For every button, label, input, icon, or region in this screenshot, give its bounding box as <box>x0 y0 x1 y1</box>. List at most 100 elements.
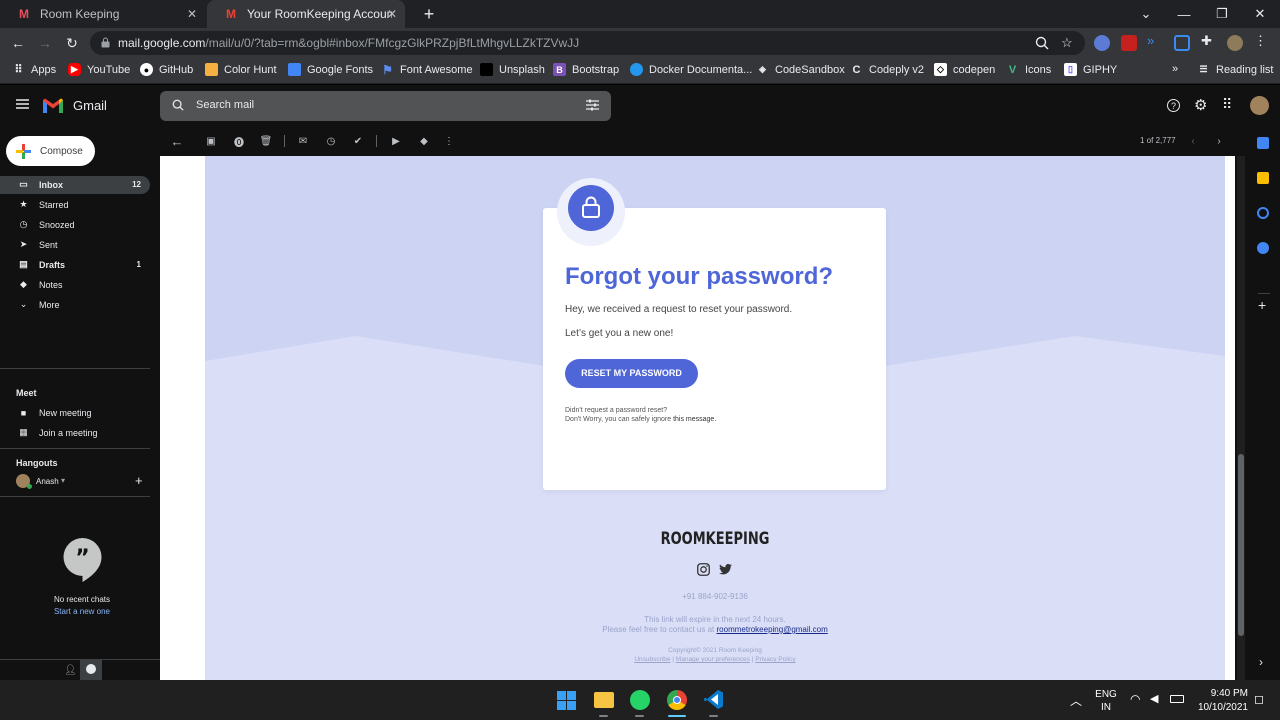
forward-icon[interactable]: → <box>35 33 55 53</box>
bookmark-youtube[interactable]: ▶ YouTube <box>68 63 130 76</box>
google-apps-icon[interactable]: ⠿ <box>1222 96 1232 113</box>
more-options-icon[interactable]: ⋮ <box>442 134 456 148</box>
twitter-icon[interactable] <box>719 564 732 575</box>
sidebar-item-sent[interactable]: ➤ Sent <box>0 236 150 254</box>
label-as-icon[interactable]: ◆ <box>417 134 431 148</box>
get-addons-icon[interactable]: + <box>1258 297 1266 313</box>
settings-gear-icon[interactable]: ⚙ <box>1194 96 1207 114</box>
tab-room-keeping[interactable]: M Room Keeping ✕ <box>0 0 205 28</box>
hangouts-user-name[interactable]: Anash <box>36 477 59 486</box>
report-spam-icon[interactable]: ⓿ <box>232 134 246 149</box>
whatsapp-icon[interactable] <box>630 690 650 710</box>
privacy-policy-link[interactable]: Privacy Policy <box>755 656 795 663</box>
gmail-logo-icon[interactable] <box>42 97 64 114</box>
bookmark-codesandbox[interactable]: ◈ CodeSandbox <box>756 63 845 76</box>
delete-icon[interactable]: 🗑︎ <box>259 134 273 148</box>
chrome-icon[interactable] <box>667 690 687 710</box>
calendar-icon[interactable] <box>1257 137 1269 149</box>
extension-screenshot-icon[interactable] <box>1174 35 1190 51</box>
join-meeting-button[interactable]: ▦ Join a meeting <box>0 424 150 442</box>
file-explorer-icon[interactable] <box>594 692 614 708</box>
minimize-button[interactable]: — <box>1165 0 1203 28</box>
reload-icon[interactable]: ↻ <box>62 33 82 53</box>
instagram-icon[interactable] <box>697 563 710 576</box>
email-scrollbar[interactable] <box>1237 156 1245 680</box>
close-tab-icon[interactable]: ✕ <box>187 7 197 21</box>
add-to-tasks-icon[interactable]: ✔ <box>351 134 365 148</box>
older-icon[interactable]: › <box>1212 134 1226 148</box>
bookmark-icons[interactable]: V Icons <box>1006 63 1051 76</box>
address-bar[interactable]: mail.google.com/mail/u/0/?tab=rm&ogbl#in… <box>90 31 1085 55</box>
bookmark-unsplash[interactable]: Unsplash <box>480 63 545 76</box>
compose-button[interactable]: Compose <box>6 136 95 166</box>
contacts-icon[interactable] <box>1257 242 1269 254</box>
start-button[interactable] <box>557 691 576 710</box>
volume-icon[interactable]: ◀ <box>1150 692 1158 705</box>
scrollbar-thumb[interactable] <box>1238 454 1244 636</box>
account-avatar[interactable] <box>1250 96 1269 115</box>
profile-avatar[interactable] <box>1227 35 1243 51</box>
newer-icon[interactable]: ‹ <box>1186 134 1200 148</box>
keep-icon[interactable] <box>1257 172 1269 184</box>
sidebar-item-snoozed[interactable]: ◷ Snoozed <box>0 216 150 234</box>
start-new-chat-link[interactable]: Start a new one <box>0 607 164 616</box>
show-hidden-icons-icon[interactable]: ︿ <box>1070 692 1082 709</box>
hangouts-tab[interactable] <box>80 660 102 680</box>
sidebar-item-starred[interactable]: ★ Starred <box>0 196 150 214</box>
extensions-puzzle-icon[interactable]: ✚ <box>1201 33 1217 49</box>
preferences-link[interactable]: Manage your preferences <box>676 656 750 663</box>
show-side-panel-icon[interactable]: › <box>1259 655 1263 669</box>
bookmark-codeply[interactable]: C Codeply v2 <box>850 63 925 76</box>
bookmark-font-awesome[interactable]: ⚑ Font Awesome <box>381 63 472 77</box>
zoom-icon[interactable] <box>1035 36 1049 50</box>
sidebar-item-notes[interactable]: ◆ Notes <box>0 276 150 294</box>
contact-email-link[interactable]: roommetrokeeping@gmail.com <box>717 625 828 634</box>
bookmark-star-icon[interactable]: ☆ <box>1061 35 1073 51</box>
more-bookmarks-icon[interactable]: » <box>1172 63 1178 75</box>
close-window-button[interactable]: ✕ <box>1241 0 1279 28</box>
add-contact-icon[interactable]: + <box>135 473 143 488</box>
bookmark-google-fonts[interactable]: Google Fonts <box>288 63 373 76</box>
back-icon[interactable]: ← <box>8 33 28 53</box>
reset-password-button[interactable]: RESET MY PASSWORD <box>565 359 698 388</box>
battery-icon[interactable] <box>1170 695 1184 703</box>
mark-unread-icon[interactable]: ✉ <box>296 134 310 148</box>
close-tab-icon[interactable]: ✕ <box>387 7 397 21</box>
extension-icon[interactable] <box>1094 35 1110 51</box>
search-options-icon[interactable] <box>586 99 599 111</box>
main-menu-icon[interactable] <box>16 99 29 109</box>
person-icon[interactable]: 👤︎ <box>64 665 77 676</box>
new-tab-button[interactable]: + <box>410 0 448 28</box>
unsubscribe-link[interactable]: Unsubscribe <box>634 656 670 663</box>
new-meeting-button[interactable]: ■ New meeting <box>0 404 150 422</box>
language-indicator[interactable]: ENG IN <box>1094 688 1118 714</box>
search-mail-input[interactable]: Search mail <box>160 91 611 121</box>
help-icon[interactable]: ? <box>1167 99 1180 112</box>
snooze-icon[interactable]: ◷ <box>324 134 338 148</box>
sidebar-item-more[interactable]: ⌄ More <box>0 296 150 314</box>
bookmark-apps[interactable]: ⠿ Apps <box>12 63 56 77</box>
caret-down-icon[interactable]: ▾ <box>61 476 65 485</box>
tasks-icon[interactable] <box>1257 207 1269 219</box>
bookmark-docker[interactable]: Docker Documenta... <box>630 63 752 76</box>
sidebar-item-inbox[interactable]: ▭ Inbox 12 <box>0 176 150 194</box>
bookmark-codepen[interactable]: ◇ codepen <box>934 63 995 76</box>
vscode-icon[interactable] <box>704 690 723 709</box>
extension-sound-icon[interactable]: » <box>1147 33 1163 49</box>
maximize-button[interactable]: ❐ <box>1203 0 1241 28</box>
tab-gmail-active[interactable]: M Your RoomKeeping Account Pass ✕ <box>207 0 405 28</box>
back-to-inbox-icon[interactable]: ← <box>170 134 184 149</box>
clock[interactable]: 9:40 PM 10/10/2021 <box>1194 687 1248 715</box>
wifi-icon[interactable]: ◠ <box>1130 692 1140 706</box>
bookmark-color-hunt[interactable]: Color Hunt <box>205 63 277 76</box>
reading-list-button[interactable]: ☰ Reading list <box>1197 63 1273 76</box>
bookmark-github[interactable]: ● GitHub <box>140 63 193 76</box>
bookmark-bootstrap[interactable]: B Bootstrap <box>553 63 619 76</box>
sidebar-item-drafts[interactable]: ▤ Drafts 1 <box>0 256 150 274</box>
move-to-icon[interactable]: ▶ <box>389 134 403 148</box>
archive-icon[interactable]: ▣ <box>204 134 218 148</box>
chrome-menu-icon[interactable]: ⋮ <box>1254 33 1270 49</box>
tab-search-icon[interactable]: ⌄ <box>1127 0 1165 28</box>
bookmark-giphy[interactable]: ▯ GIPHY <box>1064 63 1117 76</box>
extension-badge-icon[interactable] <box>1121 35 1137 51</box>
